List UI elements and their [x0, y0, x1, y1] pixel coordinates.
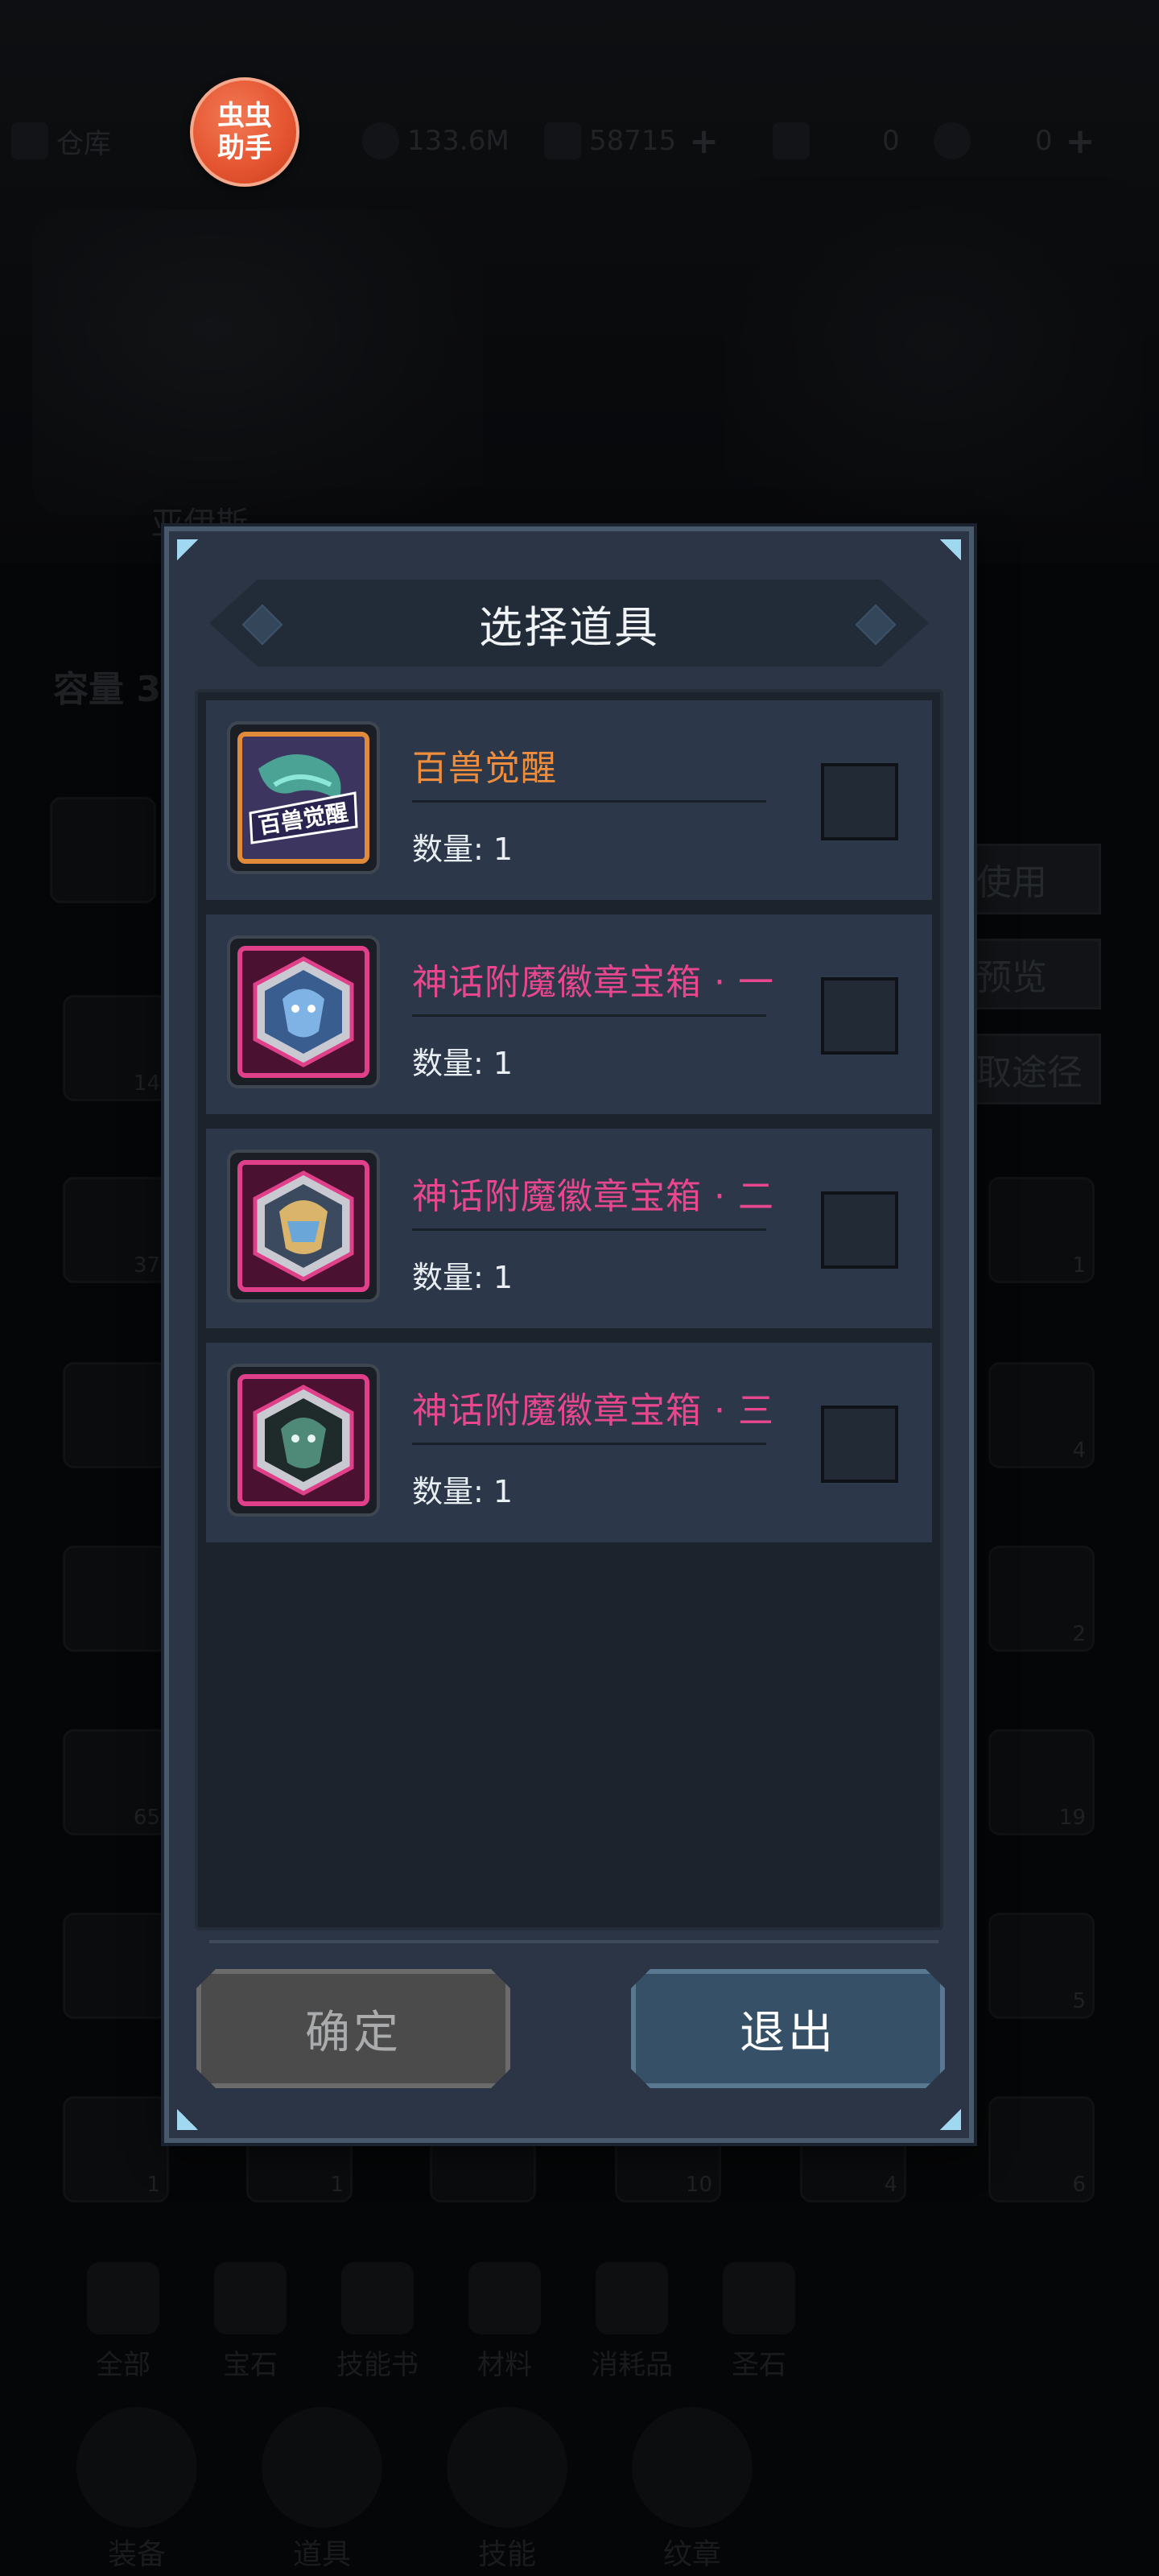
item-name: 神话附魔徽章宝箱 · 一 [412, 962, 774, 1003]
diamond-ornament-icon [856, 605, 897, 646]
helper-badge-line2: 助手 [217, 132, 272, 164]
helper-badge-line1: 虫虫 [217, 100, 272, 132]
item-name: 神话附魔徽章宝箱 · 三 [412, 1390, 774, 1431]
select-item-dialog: 选择道具 百兽觉醒 百兽觉醒 数量: 1 神话附魔徽章宝箱 · 一 数量: 1 … [164, 526, 974, 2143]
list-item[interactable]: 神话附魔徽章宝箱 · 三 数量: 1 [206, 1343, 932, 1542]
item-checkbox[interactable] [821, 763, 898, 840]
item-divider [412, 800, 766, 803]
item-quantity: 数量: 1 [412, 1260, 514, 1295]
list-item[interactable]: 神话附魔徽章宝箱 · 二 数量: 1 [206, 1129, 932, 1328]
item-name: 神话附魔徽章宝箱 · 二 [412, 1176, 774, 1217]
corner-ornament [940, 2109, 961, 2130]
item-icon-frame [227, 1364, 380, 1517]
item-icon-frame [227, 935, 380, 1088]
exit-button[interactable]: 退出 [631, 1969, 945, 2088]
corner-ornament [177, 539, 198, 560]
item-icon-frame [227, 1150, 380, 1302]
diamond-ornament-icon [242, 605, 283, 646]
mythic-badge-chest-icon [237, 1374, 369, 1506]
item-list[interactable]: 百兽觉醒 百兽觉醒 数量: 1 神话附魔徽章宝箱 · 一 数量: 1 神话附魔徽… [195, 689, 943, 1930]
item-checkbox[interactable] [821, 977, 898, 1055]
item-quantity: 数量: 1 [412, 832, 514, 867]
beast-awakening-icon: 百兽觉醒 [237, 732, 369, 864]
item-divider [412, 1443, 766, 1445]
item-icon-frame: 百兽觉醒 [227, 721, 380, 874]
item-checkbox[interactable] [821, 1406, 898, 1483]
helper-badge[interactable]: 虫虫 助手 [190, 77, 299, 187]
item-checkbox[interactable] [821, 1191, 898, 1269]
item-quantity: 数量: 1 [412, 1046, 514, 1081]
corner-ornament [177, 2109, 198, 2130]
item-divider [412, 1228, 766, 1231]
corner-ornament [940, 539, 961, 560]
list-item[interactable]: 百兽觉醒 百兽觉醒 数量: 1 [206, 700, 932, 900]
item-quantity: 数量: 1 [412, 1474, 514, 1509]
item-name: 百兽觉醒 [412, 748, 557, 789]
dialog-divider [209, 1940, 938, 1943]
mythic-badge-chest-icon [237, 1160, 369, 1292]
mythic-badge-chest-icon [237, 946, 369, 1078]
item-divider [412, 1014, 766, 1017]
confirm-button[interactable]: 确定 [196, 1969, 510, 2088]
dialog-title-bar: 选择道具 [209, 580, 929, 667]
list-item[interactable]: 神话附魔徽章宝箱 · 一 数量: 1 [206, 914, 932, 1114]
dialog-title: 选择道具 [479, 601, 659, 653]
